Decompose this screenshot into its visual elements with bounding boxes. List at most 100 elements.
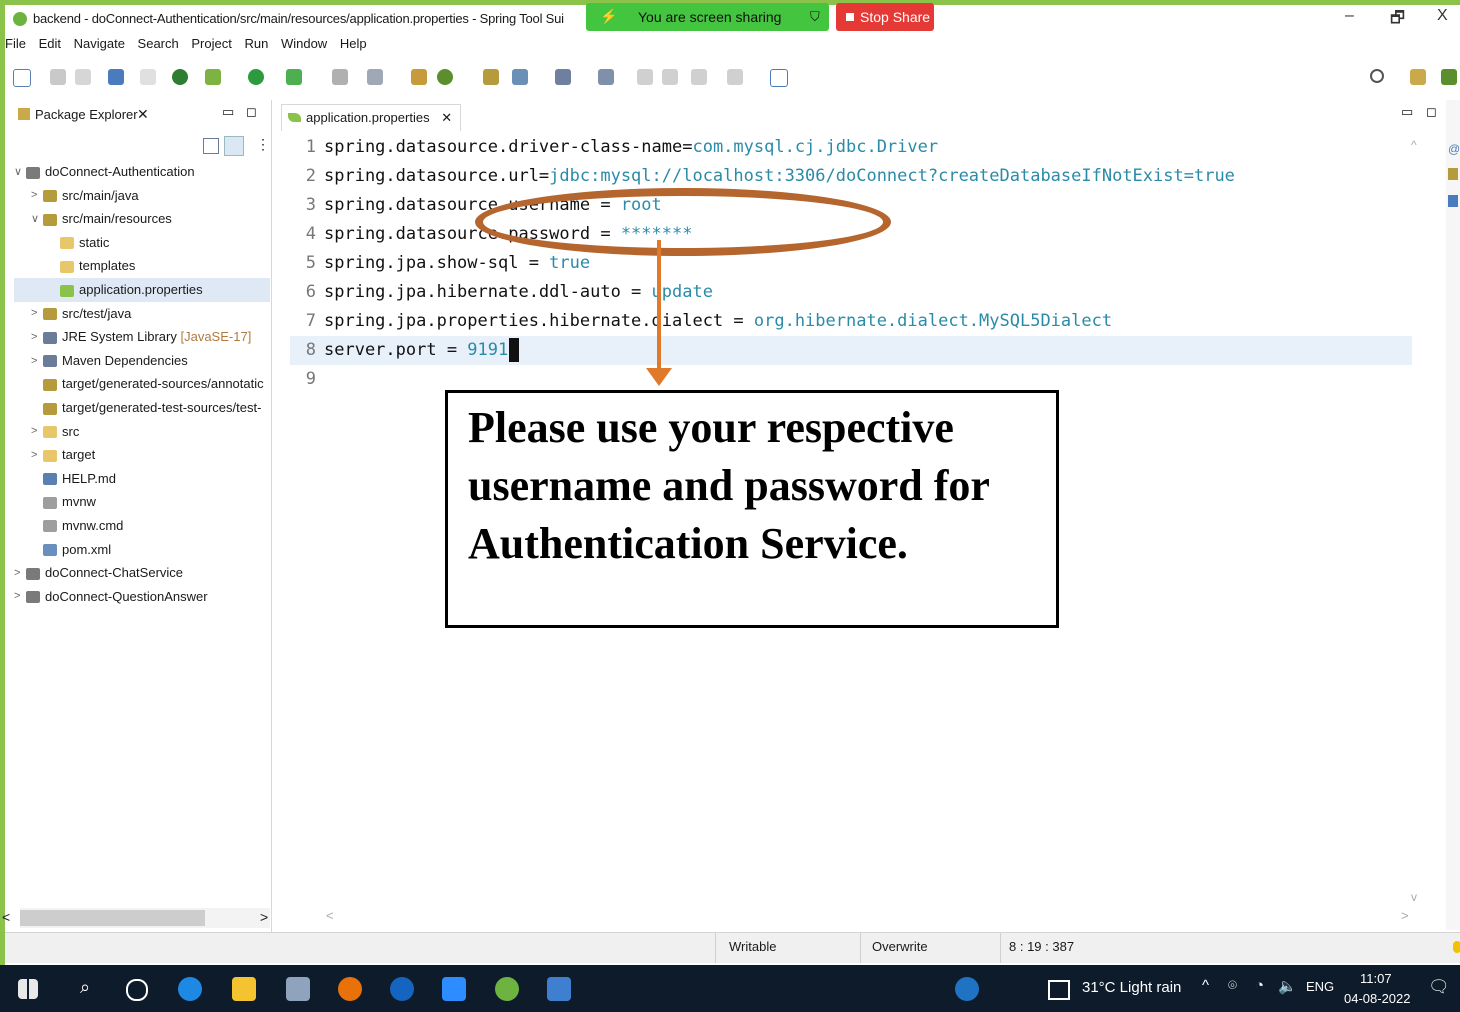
tree-item[interactable]: HELP.md bbox=[14, 467, 270, 491]
cortana-icon[interactable] bbox=[126, 979, 148, 1001]
new-class-icon[interactable] bbox=[437, 69, 453, 85]
spring-tool-suite-taskbar-icon[interactable] bbox=[495, 977, 519, 1001]
tab-application-properties[interactable]: application.properties ✕ bbox=[281, 104, 462, 131]
tree-item[interactable]: mvnw bbox=[14, 490, 270, 514]
tree-item[interactable]: ∨ doConnect-Authentication bbox=[14, 160, 270, 184]
open-perspective-icon[interactable] bbox=[1410, 69, 1426, 85]
tree-item[interactable]: > Maven Dependencies bbox=[14, 349, 270, 373]
maximize-view-icon[interactable]: ◻ bbox=[246, 104, 257, 120]
close-button[interactable]: X bbox=[1437, 7, 1448, 25]
news-widget-icon[interactable] bbox=[1048, 980, 1070, 1000]
tree-item[interactable]: > src/test/java bbox=[14, 302, 270, 326]
menu-window[interactable]: Window bbox=[281, 36, 327, 51]
view-menu-icon[interactable]: ⋮ bbox=[256, 136, 270, 153]
tree-item[interactable]: application.properties bbox=[14, 277, 270, 302]
run-icon[interactable] bbox=[248, 69, 264, 85]
chevron-down-icon[interactable]: ∨ bbox=[14, 161, 26, 184]
network-icon[interactable]: ◔ bbox=[1255, 977, 1264, 994]
weather-text[interactable]: 31°C Light rain bbox=[1082, 979, 1181, 996]
explorer-horizontal-scrollbar[interactable]: < > bbox=[2, 908, 270, 928]
close-view-icon[interactable]: ✕ bbox=[137, 106, 149, 123]
editor-maximize-icon[interactable]: ◻ bbox=[1426, 104, 1437, 120]
minimize-button[interactable]: – bbox=[1345, 7, 1354, 25]
scroll-left-icon[interactable]: < bbox=[2, 909, 10, 925]
language-indicator[interactable]: ENG bbox=[1306, 979, 1334, 994]
windows-start-icon[interactable] bbox=[18, 979, 38, 999]
prev-annotation-icon[interactable] bbox=[598, 69, 614, 85]
file-explorer-icon[interactable] bbox=[232, 977, 256, 1001]
tree-item[interactable]: ∨ src/main/resources bbox=[14, 207, 270, 231]
boot-dashboard-icon[interactable] bbox=[172, 69, 188, 85]
tree-item[interactable]: static bbox=[14, 231, 270, 255]
search-tool-icon[interactable] bbox=[512, 69, 528, 85]
scroll-right-icon[interactable]: > bbox=[260, 909, 268, 925]
edge-icon[interactable] bbox=[178, 977, 202, 1001]
external-tools-icon[interactable] bbox=[286, 69, 302, 85]
next-annotation-icon[interactable] bbox=[555, 69, 571, 85]
clock-time[interactable]: 11:07 bbox=[1360, 971, 1392, 986]
volume-icon[interactable]: 🔈 bbox=[1278, 977, 1297, 995]
tree-item[interactable]: mvnw.cmd bbox=[14, 514, 270, 538]
menu-run[interactable]: Run bbox=[244, 36, 268, 51]
menu-edit[interactable]: Edit bbox=[39, 36, 61, 51]
stop-icon[interactable] bbox=[332, 69, 348, 85]
tree-item[interactable]: > JRE System Library [JavaSE-17] bbox=[14, 325, 270, 349]
close-tab-icon[interactable]: ✕ bbox=[441, 110, 452, 125]
tray-chevron-icon[interactable]: ^ bbox=[1202, 977, 1209, 994]
code-editor[interactable]: 1 spring.datasource.driver-class-name=com… bbox=[276, 133, 1446, 433]
forward-icon[interactable] bbox=[727, 69, 743, 85]
terminal-icon[interactable] bbox=[108, 69, 124, 85]
snipping-tool-icon[interactable] bbox=[286, 977, 310, 1001]
link-with-editor-icon[interactable] bbox=[224, 136, 244, 156]
chevron-down-icon[interactable]: ∨ bbox=[31, 208, 43, 231]
skip-breakpoints-icon[interactable] bbox=[140, 69, 156, 85]
tree-item[interactable]: pom.xml bbox=[14, 538, 270, 562]
chrome-profile-icon[interactable] bbox=[390, 977, 414, 1001]
console-icon[interactable] bbox=[1448, 195, 1458, 207]
insert-mode-status[interactable]: Overwrite bbox=[872, 939, 928, 954]
screen-sharing-indicator[interactable]: ⚡ You are screen sharing ⛉ bbox=[586, 3, 829, 31]
save-icon[interactable] bbox=[50, 69, 66, 85]
editor-scroll-left-icon[interactable]: < bbox=[326, 908, 334, 923]
scroll-down-icon[interactable]: v bbox=[1411, 890, 1417, 904]
chevron-right-icon[interactable]: > bbox=[31, 350, 43, 373]
open-type-icon[interactable] bbox=[483, 69, 499, 85]
tree-item[interactable]: target/generated-test-sources/test- bbox=[14, 396, 270, 420]
menu-help[interactable]: Help bbox=[340, 36, 367, 51]
spring-perspective-icon[interactable] bbox=[1441, 69, 1457, 85]
tree-item[interactable]: > doConnect-ChatService bbox=[14, 561, 270, 585]
save-all-icon[interactable] bbox=[75, 69, 91, 85]
tree-item[interactable]: > src/main/java bbox=[14, 184, 270, 208]
editor-scroll-right-icon[interactable]: > bbox=[1401, 908, 1409, 923]
debug-icon[interactable] bbox=[205, 69, 221, 85]
menu-file[interactable]: File bbox=[5, 36, 26, 51]
new-java-project-icon[interactable] bbox=[411, 69, 427, 85]
chevron-right-icon[interactable]: > bbox=[31, 326, 43, 349]
notifications-icon[interactable]: 🗨 bbox=[1428, 977, 1450, 997]
pen-tool-icon[interactable] bbox=[547, 977, 571, 1001]
chevron-right-icon[interactable]: > bbox=[14, 585, 26, 608]
forward-edit-icon[interactable] bbox=[662, 69, 678, 85]
restore-button[interactable]: 🗗 bbox=[1390, 7, 1405, 34]
tip-icon[interactable] bbox=[1453, 941, 1460, 953]
tree-item[interactable]: target/generated-sources/annotatic bbox=[14, 372, 270, 396]
menu-project[interactable]: Project bbox=[191, 36, 231, 51]
chevron-right-icon[interactable]: > bbox=[31, 444, 43, 467]
menu-search[interactable]: Search bbox=[138, 36, 179, 51]
meet-now-icon[interactable]: ⌾ bbox=[1228, 977, 1237, 994]
package-explorer-title[interactable]: Package Explorer bbox=[35, 107, 138, 122]
chevron-right-icon[interactable]: > bbox=[31, 184, 43, 207]
zoom-icon[interactable] bbox=[442, 977, 466, 1001]
clock-date[interactable]: 04-08-2022 bbox=[1344, 991, 1411, 1006]
tree-item[interactable]: > src bbox=[14, 420, 270, 444]
outline-icon[interactable]: @ bbox=[1448, 142, 1460, 156]
connect-icon[interactable] bbox=[367, 69, 383, 85]
new-icon[interactable] bbox=[13, 69, 31, 87]
search-icon[interactable] bbox=[1370, 69, 1384, 83]
tree-item[interactable]: templates bbox=[14, 254, 270, 278]
editor-minimize-icon[interactable]: ▭ bbox=[1401, 104, 1413, 120]
last-edit-icon[interactable] bbox=[637, 69, 653, 85]
help-icon[interactable] bbox=[955, 977, 979, 1001]
chevron-right-icon[interactable]: > bbox=[31, 302, 43, 325]
scrollbar-thumb[interactable] bbox=[20, 910, 205, 926]
